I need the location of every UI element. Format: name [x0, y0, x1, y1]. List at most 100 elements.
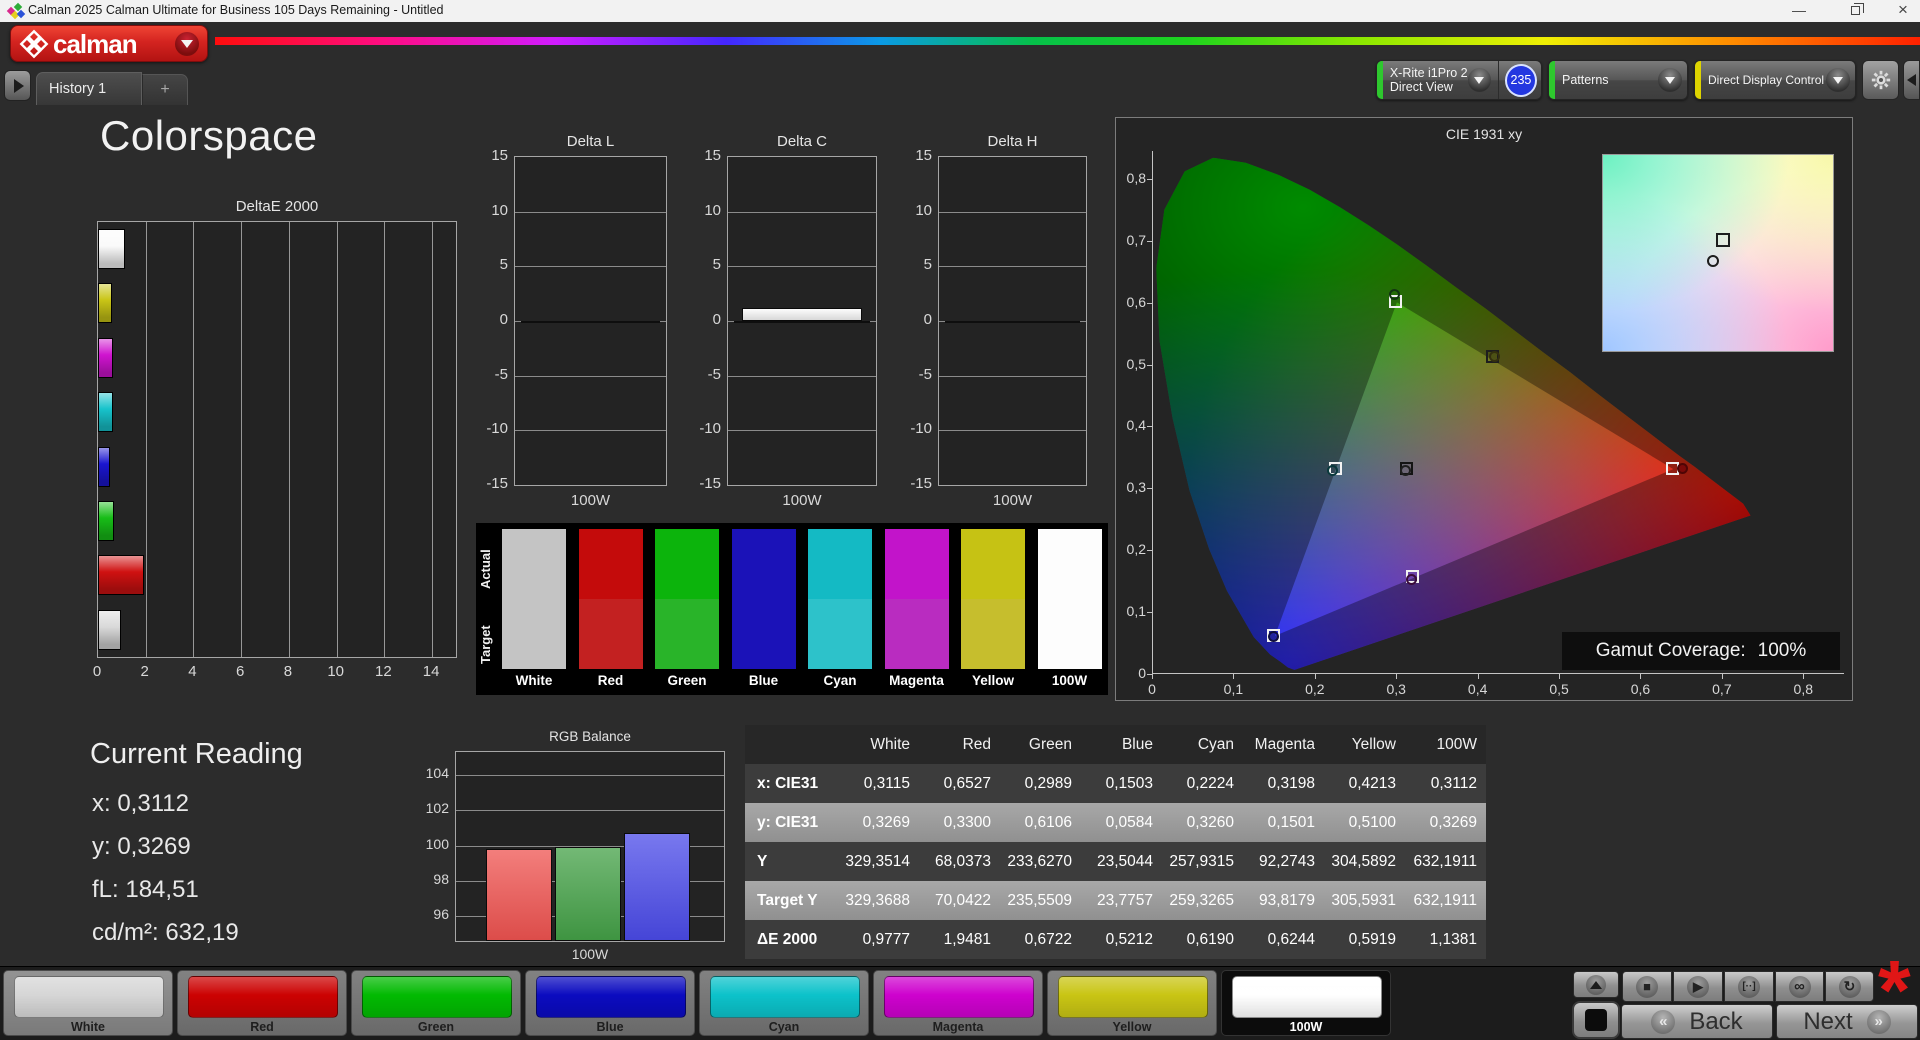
cie-xtick: 0,1 — [1223, 681, 1244, 697]
sidebar-expand-button[interactable] — [4, 70, 31, 101]
target-swatch — [884, 599, 949, 669]
rgb-bar-red — [486, 849, 552, 941]
step-button[interactable]: [··] — [1724, 971, 1774, 1002]
gridline — [728, 375, 876, 377]
logo-dropdown-arrow-icon[interactable] — [175, 31, 199, 56]
table-cell: 304,5892 — [1331, 852, 1396, 870]
patch-color — [884, 976, 1034, 1018]
deltae-bar-green — [98, 500, 115, 541]
patch-tile-100w[interactable]: 100W — [1221, 970, 1391, 1036]
row-label: Y — [757, 852, 768, 870]
gamut-coverage-readout: Gamut Coverage: 100% — [1562, 632, 1840, 670]
patterns-dropdown[interactable]: Patterns — [1548, 60, 1688, 100]
meter-dropdown[interactable]: X-Rite i1Pro 2 Direct View 235 — [1376, 60, 1542, 100]
mini-ytick: -10 — [910, 420, 932, 438]
expand-up-button[interactable] — [1573, 971, 1619, 998]
infinity-icon: ∞ — [1794, 978, 1805, 995]
mini-ytick: 15 — [915, 147, 932, 164]
table-cell: 1,9481 — [943, 930, 991, 948]
mini-chart-delta-c — [727, 156, 877, 486]
zero-line — [521, 321, 660, 323]
close-button[interactable]: × — [1886, 0, 1920, 22]
patch-color — [536, 976, 686, 1018]
chevron-down-icon — [1826, 68, 1850, 92]
cie-actual-marker — [1399, 464, 1411, 476]
rgb-ytick: 104 — [425, 764, 449, 781]
mini-chart-title: Delta C — [776, 133, 828, 150]
mini-ytick: 5 — [712, 256, 721, 274]
gear-icon — [1871, 70, 1890, 90]
table-cell: 0,3115 — [863, 774, 910, 792]
table-row: x: CIE31 0,3115 0,6527 0,2989 0,1503 0,2224 0,… — [745, 764, 1486, 803]
column-header: 100W — [1436, 735, 1478, 753]
tick-mark — [1559, 674, 1561, 679]
actual-swatch — [502, 529, 566, 599]
refresh-button[interactable]: ↻ — [1825, 971, 1874, 1002]
patch-label: 100W — [1289, 1020, 1323, 1034]
patch-tile-white[interactable]: White — [3, 970, 173, 1036]
cie-ytick: 0,5 — [1126, 355, 1146, 372]
minimize-button[interactable]: — — [1782, 0, 1816, 22]
add-tab-button[interactable]: + — [142, 74, 188, 105]
table-cell: 632,1911 — [1413, 852, 1478, 870]
table-cell: 0,3269 — [862, 813, 910, 831]
patch-tile-yellow[interactable]: Yellow — [1047, 970, 1217, 1036]
patch-tile-magenta[interactable]: Magenta — [873, 970, 1043, 1036]
gridline — [515, 430, 666, 432]
pattern-window-toggle[interactable] — [1572, 1001, 1620, 1039]
settings-button[interactable] — [1862, 60, 1899, 100]
tick-mark — [1147, 178, 1152, 180]
gridline — [515, 266, 666, 268]
deltae-bar-yellow — [98, 283, 113, 324]
patch-tile-cyan[interactable]: Cyan — [699, 970, 869, 1036]
table-cell: 0,5100 — [1348, 813, 1396, 831]
cie-1931-panel: CIE 1931 xy Gamut Coverage: 100% 0 0,1 0… — [1115, 117, 1853, 701]
table-cell: 0,6244 — [1267, 930, 1315, 948]
display-control-dropdown[interactable]: Direct Display Control — [1694, 60, 1856, 100]
table-cell: 0,4213 — [1348, 774, 1396, 792]
cie-ytick: 0,2 — [1126, 541, 1146, 558]
mini-ytick: 15 — [491, 147, 508, 164]
target-swatch — [502, 599, 566, 669]
patch-tile-red[interactable]: Red — [177, 970, 347, 1036]
rgb-balance-xlabel: 100W — [571, 946, 609, 962]
patch-color — [188, 976, 338, 1018]
loop-continuous-button[interactable]: ∞ — [1775, 971, 1824, 1002]
gridline — [384, 222, 386, 657]
reading-cdm2: cd/m²: 632,19 — [92, 919, 239, 946]
meter-count-badge[interactable]: 235 — [1504, 63, 1537, 97]
collapse-toolbar-button[interactable] — [1903, 60, 1920, 100]
back-button[interactable]: « Back — [1621, 1004, 1773, 1039]
refresh-icon: ↻ — [1843, 978, 1856, 994]
whitepoint-target-marker — [1715, 233, 1730, 248]
patch-tile-green[interactable]: Green — [351, 970, 521, 1036]
tick-mark — [1477, 674, 1479, 679]
table-row: y: CIE31 0,3269 0,3300 0,6106 0,0584 0,3260 0,… — [745, 803, 1486, 842]
patch-tile-blue[interactable]: Blue — [525, 970, 695, 1036]
play-button[interactable]: ▶ — [1673, 971, 1723, 1002]
gridline — [456, 810, 724, 812]
restore-button[interactable] — [1838, 0, 1872, 22]
meter-mode: Direct View — [1389, 80, 1453, 94]
cie-xtick: 0,4 — [1467, 681, 1488, 697]
arrow-up-icon — [1590, 980, 1602, 989]
table-row: Target Y 329,3688 70,0422 235,5509 23,7757 25… — [745, 881, 1486, 920]
table-cell: 0,2224 — [1186, 774, 1234, 792]
patterns-label: Patterns — [1562, 73, 1609, 87]
calman-logo-button[interactable]: calman — [10, 25, 208, 62]
gridline — [728, 211, 876, 213]
tick-mark — [1147, 550, 1152, 552]
patch-color — [1058, 976, 1208, 1018]
actual-swatch — [1037, 529, 1102, 599]
stop-button[interactable]: ■ — [1622, 971, 1672, 1002]
table-cell: 0,1501 — [1267, 813, 1315, 831]
cie-ytick: 0,6 — [1126, 293, 1146, 310]
table-cell: 0,6190 — [1186, 930, 1234, 948]
mini-ytick: -10 — [486, 420, 508, 438]
cie-xtick: 0,5 — [1549, 681, 1569, 697]
cie-title: CIE 1931 xy — [1445, 126, 1523, 142]
actual-swatch — [961, 529, 1025, 599]
tab-history-1[interactable]: History 1 — [36, 72, 142, 105]
gamut-coverage-value: 100% — [1757, 640, 1807, 661]
gridline — [515, 375, 666, 377]
